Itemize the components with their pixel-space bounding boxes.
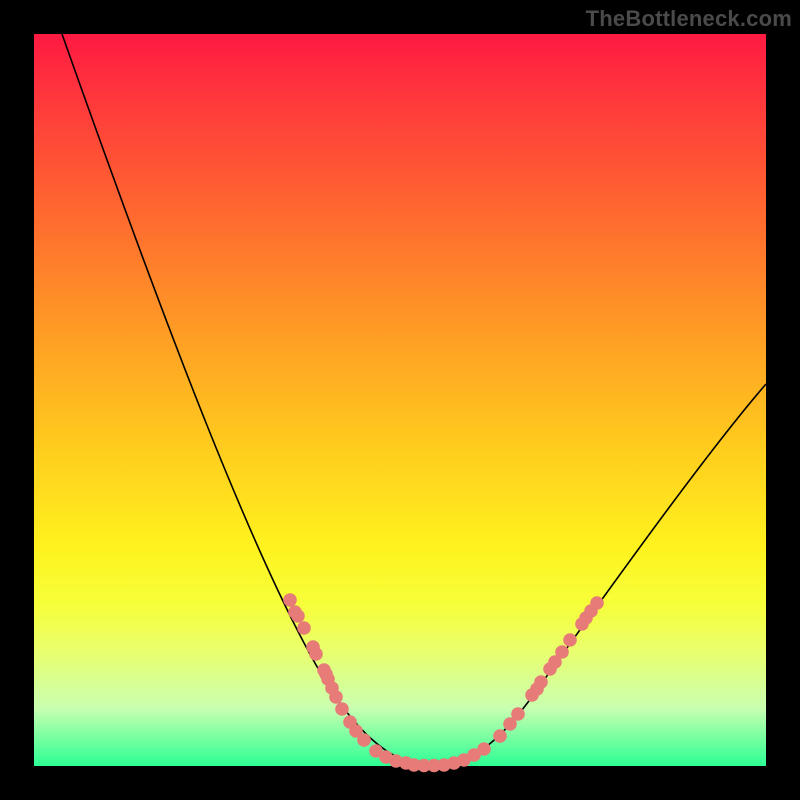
marker-point xyxy=(493,729,507,743)
marker-cluster-right xyxy=(493,596,604,743)
marker-point xyxy=(511,707,525,721)
marker-point xyxy=(357,733,371,747)
marker-point xyxy=(534,675,548,689)
bottleneck-curve xyxy=(62,34,766,766)
marker-point xyxy=(329,690,343,704)
marker-point xyxy=(291,609,305,623)
marker-point xyxy=(555,645,569,659)
chart-frame: TheBottleneck.com xyxy=(0,0,800,800)
marker-point xyxy=(335,702,349,716)
chart-svg xyxy=(34,34,766,766)
marker-cluster-left xyxy=(283,593,371,747)
marker-point xyxy=(309,647,323,661)
marker-point xyxy=(283,593,297,607)
watermark-label: TheBottleneck.com xyxy=(586,6,792,32)
marker-point xyxy=(590,596,604,610)
marker-cluster-bottom xyxy=(369,742,491,772)
marker-point xyxy=(563,633,577,647)
marker-point xyxy=(297,621,311,635)
marker-point xyxy=(477,742,491,756)
